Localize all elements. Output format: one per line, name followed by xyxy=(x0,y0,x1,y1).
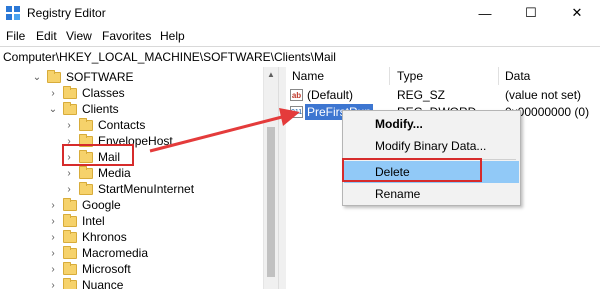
tree-item-contacts[interactable]: › Contacts xyxy=(64,117,145,133)
column-divider[interactable] xyxy=(498,67,499,85)
tree-item-clients[interactable]: ⌄ Clients xyxy=(48,101,119,117)
chevron-right-icon[interactable]: › xyxy=(48,213,58,229)
column-header-name[interactable]: Name xyxy=(292,69,324,83)
tree-item-label: Clients xyxy=(82,102,119,116)
menu-file[interactable]: File xyxy=(6,29,25,43)
chevron-right-icon[interactable]: › xyxy=(64,181,74,197)
menu-item-modify-binary[interactable]: Modify Binary Data... xyxy=(344,135,519,157)
value-data: (value not set) xyxy=(505,88,582,102)
folder-icon xyxy=(63,101,77,115)
chevron-down-icon[interactable]: ⌄ xyxy=(48,101,58,117)
address-path: Computer\HKEY_LOCAL_MACHINE\SOFTWARE\Cli… xyxy=(3,50,336,64)
column-divider[interactable] xyxy=(389,67,390,85)
tree-item-envelopehost[interactable]: › EnvelopeHost xyxy=(64,133,173,149)
scroll-up-icon[interactable]: ▲ xyxy=(267,70,275,79)
folder-icon xyxy=(63,245,77,259)
folder-icon xyxy=(63,277,77,289)
tree-item-label: SOFTWARE xyxy=(66,70,134,84)
tree-item-label: StartMenuInternet xyxy=(98,182,195,196)
tree-scrollbar[interactable]: ▲ xyxy=(263,67,279,289)
menu-separator xyxy=(347,159,516,160)
chevron-right-icon[interactable]: › xyxy=(64,133,74,149)
tree-item-label: Media xyxy=(98,166,131,180)
folder-icon xyxy=(47,69,61,83)
chevron-right-icon[interactable]: › xyxy=(64,117,74,133)
value-name: (Default) xyxy=(307,88,354,102)
folder-icon xyxy=(79,181,93,195)
tree-item-label: Mail xyxy=(98,150,121,164)
folder-icon xyxy=(63,213,77,227)
title-bar: Registry Editor — ☐ ✕ xyxy=(0,0,600,26)
tree-item-label: Contacts xyxy=(98,118,146,132)
window-title: Registry Editor xyxy=(27,6,106,20)
tree-item-media[interactable]: › Media xyxy=(64,165,131,181)
address-bar[interactable]: Computer\HKEY_LOCAL_MACHINE\SOFTWARE\Cli… xyxy=(0,46,600,68)
chevron-down-icon[interactable]: ⌄ xyxy=(32,69,42,85)
folder-icon xyxy=(63,261,77,275)
tree-item-classes[interactable]: › Classes xyxy=(48,85,125,101)
list-header: Name Type Data xyxy=(286,67,600,85)
folder-icon xyxy=(63,197,77,211)
folder-icon xyxy=(63,85,77,99)
close-button[interactable]: ✕ xyxy=(554,0,600,26)
menu-view[interactable]: View xyxy=(66,29,92,43)
tree-item-nuance[interactable]: › Nuance xyxy=(48,277,123,289)
menu-item-delete[interactable]: Delete xyxy=(344,161,519,183)
tree-item-software[interactable]: ⌄ SOFTWARE xyxy=(32,69,134,85)
chevron-right-icon[interactable]: › xyxy=(48,85,58,101)
chevron-right-icon[interactable]: › xyxy=(64,149,74,165)
tree-item-label: Intel xyxy=(82,214,105,228)
folder-icon xyxy=(79,117,93,131)
minimize-button[interactable]: — xyxy=(462,0,508,26)
value-type: REG_SZ xyxy=(397,88,446,102)
tree-item-label: Khronos xyxy=(82,230,127,244)
chevron-right-icon[interactable]: › xyxy=(48,229,58,245)
tree-item-label: Classes xyxy=(82,86,125,100)
menu-favorites[interactable]: Favorites xyxy=(102,29,151,43)
tree-item-google[interactable]: › Google xyxy=(48,197,121,213)
context-menu: Modify... Modify Binary Data... Delete R… xyxy=(342,110,521,206)
tree-item-mail[interactable]: › Mail xyxy=(64,149,120,165)
menu-item-modify[interactable]: Modify... xyxy=(344,113,519,135)
tree-item-label: Macromedia xyxy=(82,246,149,260)
tree-item-khronos[interactable]: › Khronos xyxy=(48,229,127,245)
folder-icon xyxy=(79,149,93,163)
binary-value-icon: 011 xyxy=(290,106,303,118)
chevron-right-icon[interactable]: › xyxy=(48,261,58,277)
menu-item-rename[interactable]: Rename xyxy=(344,183,519,205)
chevron-right-icon[interactable]: › xyxy=(48,245,58,261)
folder-icon xyxy=(79,165,93,179)
tree-item-microsoft[interactable]: › Microsoft xyxy=(48,261,131,277)
string-value-icon: ab xyxy=(290,89,303,101)
tree-item-label: Google xyxy=(82,198,121,212)
column-header-data[interactable]: Data xyxy=(505,69,530,83)
tree-item-intel[interactable]: › Intel xyxy=(48,213,105,229)
tree-item-label: Microsoft xyxy=(82,262,131,276)
menu-edit[interactable]: Edit xyxy=(36,29,57,43)
key-tree: ⌄ SOFTWARE › Classes ⌄ Clients › Contacts › E… xyxy=(0,67,278,289)
menu-help[interactable]: Help xyxy=(160,29,185,43)
chevron-right-icon[interactable]: › xyxy=(48,277,58,289)
column-header-type[interactable]: Type xyxy=(397,69,423,83)
chevron-right-icon[interactable]: › xyxy=(64,165,74,181)
chevron-right-icon[interactable]: › xyxy=(48,197,58,213)
tree-item-label: EnvelopeHost xyxy=(98,134,173,148)
menu-bar: File Edit View Favorites Help xyxy=(0,26,600,46)
folder-icon xyxy=(79,133,93,147)
scrollbar-thumb[interactable] xyxy=(267,127,275,277)
folder-icon xyxy=(63,229,77,243)
maximize-button[interactable]: ☐ xyxy=(508,0,554,26)
registry-editor-icon xyxy=(6,6,20,20)
tree-item-startmenuinternet[interactable]: › StartMenuInternet xyxy=(64,181,194,197)
value-row-default[interactable]: ab (Default) REG_SZ (value not set) xyxy=(286,87,600,104)
tree-item-macromedia[interactable]: › Macromedia xyxy=(48,245,148,261)
tree-item-label: Nuance xyxy=(82,278,124,289)
